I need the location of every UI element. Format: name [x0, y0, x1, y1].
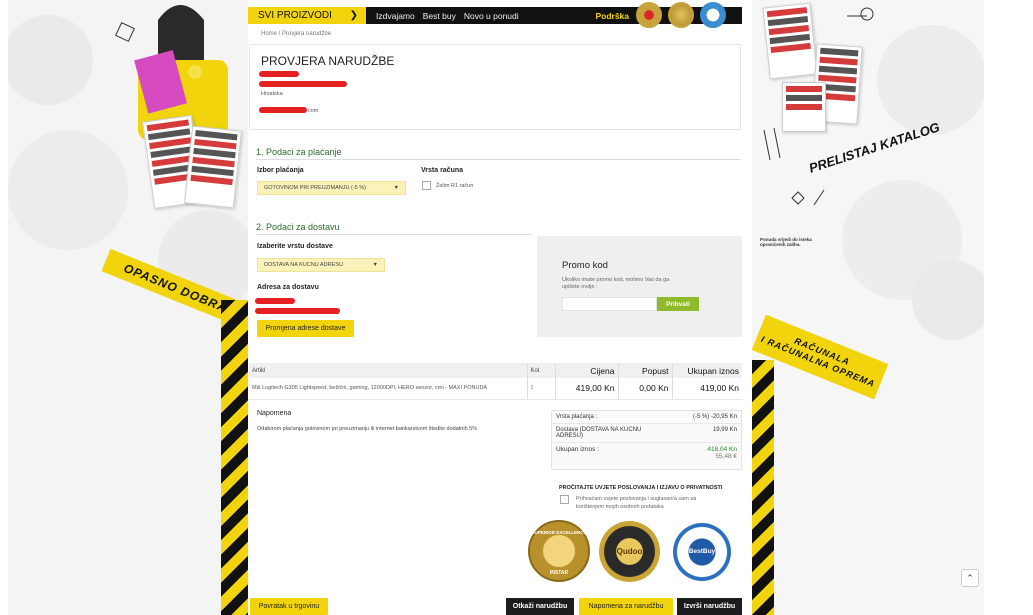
nav-links: Izdvajamo Best buy Novo u ponudi	[376, 11, 519, 21]
back-to-shop-button[interactable]: Povratak u trgovinu	[250, 598, 328, 615]
award-badge-icon	[668, 2, 694, 28]
breadcrumb[interactable]: Home / Provjera narudžbe	[261, 31, 331, 37]
seal-bottom-text: INSTAR	[549, 570, 569, 576]
email-suffix: com	[308, 108, 319, 114]
terms-checkbox[interactable]	[560, 495, 569, 504]
terms-checkbox-label: Prihvaćam uvjete poslovanja i suglasan/a…	[576, 496, 697, 510]
country: Hrvatska	[261, 91, 283, 97]
superior-excellence-seal-icon: SUPERIOR EXCELLENCE INSTAR	[528, 520, 590, 582]
redacted-name	[259, 71, 299, 77]
column-header-total: Ukupan iznos	[672, 363, 742, 378]
item-price: 419,00 Kn	[555, 378, 619, 400]
column-header-discount: Popust	[618, 363, 673, 378]
summary-row-delivery: Dostava (DOSTAVA NA KUCNU ADRESU) 19,99 …	[552, 424, 741, 443]
hazard-stripes	[752, 360, 774, 615]
summary-total-eur: 55,48 €	[715, 453, 737, 460]
delivery-type-select[interactable]: DOSTAVA NA KUCNU ADRESU ▼	[257, 258, 385, 272]
order-summary: Vrsta plaćanja : (-5 %) -20,95 Kn Dostav…	[551, 410, 742, 470]
bestbuy-seal-text: BestBuy	[688, 548, 716, 555]
nav-link-best-buy[interactable]: Best buy	[423, 11, 456, 21]
column-header-article: Artikl	[249, 363, 528, 378]
nav-link-new[interactable]: Novo u ponudi	[464, 11, 519, 21]
terms-heading[interactable]: PROČITAJTE UVJETE POSLOVANJA I IZJAVU O …	[559, 485, 722, 491]
all-products-label: SVI PROIZVODI	[258, 10, 332, 21]
summary-row-total: Ukupan iznos : 418,04 Kn 55,48 €	[552, 443, 741, 469]
note-text: Odabirom plaćanja gotovinom pri preuzima…	[257, 426, 478, 432]
delivery-type-value: DOSTAVA NA KUCNU ADRESU	[264, 262, 343, 268]
promo-description: Ukoliko imate promo kod, molimo Vas da g…	[562, 277, 670, 290]
column-header-price: Cijena	[555, 363, 619, 378]
item-total: 419,00 Kn	[672, 378, 742, 400]
catalog-image	[184, 125, 242, 209]
scroll-to-top-button[interactable]: ⌃	[961, 569, 979, 587]
delivery-section-title: 2. Podaci za dostavu	[256, 222, 340, 232]
support-link[interactable]: Podrška	[595, 11, 629, 21]
table-row: Miš Logitech G305 Lightspeed, bežični, g…	[249, 378, 742, 400]
qudoo-seal-icon: Qudoo	[599, 521, 660, 582]
invoice-type-label: Vrsta računa	[421, 167, 464, 174]
redacted-email	[259, 107, 307, 113]
bestbuy-seal-icon: BestBuy	[673, 523, 731, 581]
payment-section-title: 1. Podaci za plaćanje	[256, 147, 342, 157]
summary-delivery-value: 19,99 Kn	[712, 427, 737, 433]
all-products-button[interactable]: SVI PROIZVODI ❯	[248, 7, 366, 24]
promo-code-panel: Promo kod Ukoliko imate promo kod, molim…	[537, 236, 742, 337]
divider	[256, 234, 531, 235]
left-promo-banner[interactable]: OPASNO DOBRA	[8, 0, 248, 615]
catalog-image	[762, 2, 818, 80]
promo-code-input[interactable]	[562, 297, 657, 311]
table-header-row: Artikl Kol. Cijena Popust Ukupan iznos	[249, 363, 742, 378]
nav-link-featured[interactable]: Izdvajamo	[376, 11, 415, 21]
qudoo-seal-text: Qudoo	[616, 547, 643, 556]
chevron-down-icon: ▼	[372, 262, 378, 268]
order-items-table: Artikl Kol. Cijena Popust Ukupan iznos M…	[249, 363, 742, 400]
award-badge-icon	[636, 2, 662, 28]
page-title: PROVJERA NARUDŽBE	[261, 54, 395, 68]
chevron-down-icon: ▼	[393, 185, 399, 191]
right-promo-banner[interactable]: PRELISTAJ KATALOG Ponuda vrijedi do iste…	[752, 0, 984, 615]
redacted-delivery-street	[255, 308, 340, 314]
award-badge-icon	[700, 2, 726, 28]
divider	[256, 159, 741, 160]
cancel-order-button[interactable]: Otkaži narudžbu	[506, 598, 574, 615]
item-qty: 1	[527, 378, 556, 400]
summary-delivery-label: Dostava (DOSTAVA NA KUCNU ADRESU)	[556, 427, 642, 439]
top-badges	[636, 2, 726, 28]
order-address-card: PROVJERA NARUDŽBE Hrvatska com	[249, 44, 741, 130]
r1-invoice-checkbox[interactable]	[422, 181, 431, 190]
hazard-stripes	[221, 300, 248, 615]
note-title: Napomena	[257, 410, 292, 417]
submit-order-button[interactable]: Izvrši narudžbu	[677, 598, 742, 615]
summary-row-payment: Vrsta plaćanja : (-5 %) -20,95 Kn	[552, 411, 741, 424]
checkout-main: SVI PROIZVODI ❯ Izdvajamo Best buy Novo …	[248, 0, 752, 615]
summary-payment-value: (-5 %) -20,95 Kn	[692, 414, 737, 420]
r1-invoice-label: Želim R1 račun	[436, 183, 474, 189]
delivery-address-label: Adresa za dostavu	[257, 284, 319, 291]
fine-print: Ponuda vrijedi do isteka opranićenih zal…	[760, 237, 812, 247]
summary-payment-label: Vrsta plaćanja :	[556, 414, 598, 420]
chevron-down-icon: ❯	[349, 10, 358, 21]
promo-title: Promo kod	[562, 260, 608, 271]
summary-total-values: 418,04 Kn 55,48 €	[707, 446, 737, 466]
delivery-type-label: Izaberite vrstu dostave	[257, 243, 333, 250]
summary-total-kn: 418,04 Kn	[707, 446, 737, 453]
redacted-street	[259, 81, 347, 87]
payment-method-select[interactable]: GOTOVINOM PRI PREUZIMANJU (-5 %) ▼	[257, 181, 406, 195]
redacted-delivery-name	[255, 298, 295, 304]
promo-apply-button[interactable]: Prihvati	[657, 297, 699, 311]
summary-total-label: Ukupan iznos :	[556, 446, 599, 453]
item-discount: 0,00 Kn	[618, 378, 673, 400]
payment-method-value: GOTOVINOM PRI PREUZIMANJU (-5 %)	[264, 185, 366, 191]
change-delivery-address-button[interactable]: Promjena adrese dostave	[257, 320, 354, 337]
column-header-qty: Kol.	[527, 363, 556, 378]
catalog-image	[782, 82, 826, 132]
item-article[interactable]: Miš Logitech G305 Lightspeed, bežični, g…	[249, 378, 528, 400]
payment-method-label: Izbor plaćanja	[257, 167, 304, 174]
order-note-button[interactable]: Napomena za narudžbu	[579, 598, 673, 615]
chevron-up-icon: ⌃	[966, 572, 974, 583]
seal-ring-text: SUPERIOR EXCELLENCE	[531, 530, 587, 535]
